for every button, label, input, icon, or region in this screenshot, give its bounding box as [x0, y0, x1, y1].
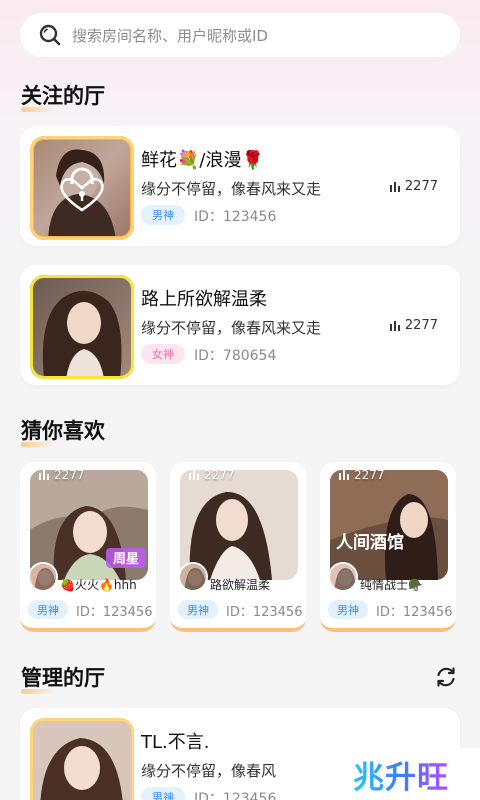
- room-desc: 缘分不停留，像春风: [141, 762, 277, 780]
- signal-bars-icon: [39, 470, 49, 480]
- avatar: [28, 562, 58, 592]
- room-cover: [30, 136, 134, 240]
- room-name: TL.不言.: [141, 732, 210, 753]
- search-bar[interactable]: 搜索房间名称、用户昵称或ID: [20, 13, 460, 57]
- guess-room-card[interactable]: 周星 2277 🍓火火🔥hhh 男神 ID：123456: [20, 462, 156, 632]
- guess-room-card[interactable]: 人间酒馆 2277 纯情战士🪖 男神 ID：123456: [320, 462, 456, 632]
- guess-room-card[interactable]: 2277 路欲解温柔 男神 ID：123456: [170, 462, 306, 632]
- room-id: ID：780654: [194, 348, 277, 364]
- brand-text: 兆升旺: [353, 752, 449, 797]
- host-name: 纯情战士🪖: [360, 578, 423, 592]
- room-desc: 缘分不停留，像春风来又走: [141, 319, 322, 337]
- signal-bars-icon: [389, 181, 400, 192]
- room-hot-count: 2277: [178, 468, 235, 482]
- followed-room-card[interactable]: 路上所欲解温柔 缘分不停留，像春风来又走 2277 女神 ID：780654: [20, 265, 460, 385]
- followed-room-card[interactable]: 鲜花💐/浪漫🌹 缘分不停留，像春风来又走 2277 男神 ID：123456: [20, 126, 460, 246]
- cover-overlay-text: 周星: [113, 552, 139, 567]
- room-desc: 缘分不停留，像春风来又走: [141, 180, 322, 198]
- gender-badge: 男神: [328, 600, 368, 619]
- signal-bars-icon: [389, 320, 400, 331]
- room-id: ID：123456: [194, 209, 277, 225]
- room-hot-count: 2277: [28, 468, 85, 482]
- cover-overlay-text: 人间酒馆: [336, 532, 404, 553]
- search-placeholder: 搜索房间名称、用户昵称或ID: [72, 26, 268, 45]
- gender-badge: 男神: [28, 600, 68, 619]
- room-cover: [30, 275, 134, 379]
- host-name: 🍓火火🔥hhh: [60, 578, 137, 592]
- gender-badge: 女神: [141, 344, 185, 364]
- host-name: 路欲解温柔: [210, 578, 271, 592]
- room-hot-count: 2277: [328, 468, 385, 482]
- avatar: [178, 562, 208, 592]
- room-hot-count: 2277: [389, 179, 438, 194]
- gender-badge: 男神: [141, 205, 185, 225]
- refresh-icon[interactable]: [434, 665, 458, 689]
- signal-bars-icon: [339, 470, 349, 480]
- room-id: ID：123456: [226, 605, 303, 620]
- room-cover: [30, 718, 134, 800]
- room-id: ID：123456: [76, 605, 153, 620]
- brand-watermark: 兆升旺: [322, 748, 480, 800]
- gender-badge: 男神: [178, 600, 218, 619]
- room-name: 路上所欲解温柔: [141, 289, 267, 310]
- room-hot-count: 2277: [389, 318, 438, 333]
- section-title-managed: 管理的厅: [21, 662, 105, 694]
- search-icon: [39, 24, 61, 46]
- gender-badge: 男神: [141, 787, 185, 800]
- section-title-guess: 猜你喜欢: [21, 415, 105, 447]
- room-id: ID：123456: [376, 605, 453, 620]
- room-name: 鲜花💐/浪漫🌹: [141, 150, 264, 171]
- section-title-followed: 关注的厅: [21, 80, 105, 112]
- room-id: ID：123456: [194, 791, 277, 800]
- signal-bars-icon: [189, 470, 199, 480]
- avatar: [328, 562, 358, 592]
